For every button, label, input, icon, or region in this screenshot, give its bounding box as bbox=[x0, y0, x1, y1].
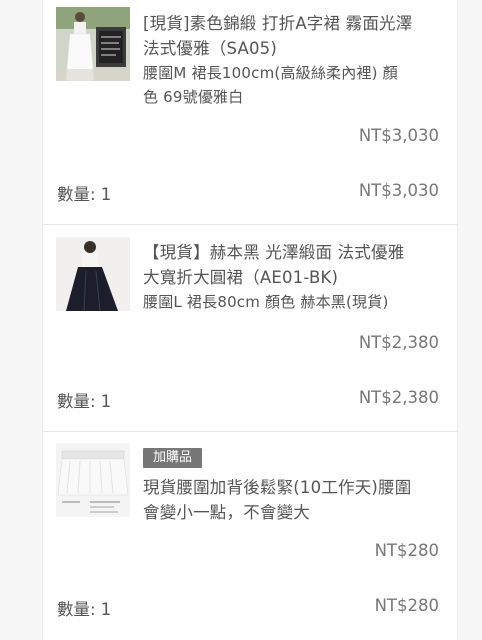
unit-price: NT$2,380 bbox=[358, 333, 439, 352]
cart-item: 【現貨】赫本黑 光澤緞面 法式優雅大寬折大圓裙（AE01-BK) 腰圍L 裙長8… bbox=[43, 224, 457, 432]
item-subtotal: NT$280 bbox=[374, 596, 439, 615]
item-subtotal: NT$2,380 bbox=[358, 388, 439, 407]
item-subtotal: NT$3,030 bbox=[358, 181, 439, 200]
quantity-label: 數量: 1 bbox=[57, 600, 112, 619]
white-skirt-photo bbox=[56, 7, 130, 81]
product-title-text[interactable]: 【現貨】赫本黑 光澤緞面 法式優雅大寬折大圓裙（AE01-BK) bbox=[143, 243, 404, 287]
product-title[interactable]: [現貨]素色錦緞 打折A字裙 霧面光澤 法式優雅（SA05) 腰圍M 裙長100… bbox=[143, 11, 413, 109]
cart-item: [現貨]素色錦緞 打折A字裙 霧面光澤 法式優雅（SA05) 腰圍M 裙長100… bbox=[43, 0, 457, 225]
black-skirt-photo bbox=[56, 237, 130, 311]
product-variant: 腰圍L 裙長80cm 顏色 赫本黑(現貨) bbox=[143, 293, 389, 311]
elastic-waist-photo bbox=[56, 443, 130, 517]
cart-item: 加購品 現貨腰圍加背後鬆緊(10工作天)腰圍會變小一點，不會變大 NT$280 … bbox=[43, 431, 457, 640]
product-variant: 腰圍M 裙長100cm(高級絲柔內裡) 顏色 69號優雅白 bbox=[143, 64, 398, 106]
quantity-label: 數量: 1 bbox=[57, 392, 112, 411]
unit-price: NT$280 bbox=[374, 541, 439, 560]
checkout-page: [現貨]素色錦緞 打折A字裙 霧面光澤 法式優雅（SA05) 腰圍M 裙長100… bbox=[0, 0, 482, 640]
product-thumbnail[interactable] bbox=[56, 7, 130, 81]
product-thumbnail[interactable] bbox=[56, 237, 130, 311]
cart-item-list: [現貨]素色錦緞 打折A字裙 霧面光澤 法式優雅（SA05) 腰圍M 裙長100… bbox=[42, 0, 458, 640]
product-title[interactable]: 現貨腰圍加背後鬆緊(10工作天)腰圍會變小一點，不會變大 bbox=[143, 475, 413, 525]
product-thumbnail[interactable] bbox=[56, 443, 130, 517]
add-on-badge: 加購品 bbox=[143, 448, 203, 468]
quantity-label: 數量: 1 bbox=[57, 185, 112, 204]
unit-price: NT$3,030 bbox=[358, 126, 439, 145]
product-title[interactable]: 【現貨】赫本黑 光澤緞面 法式優雅大寬折大圓裙（AE01-BK) 腰圍L 裙長8… bbox=[143, 240, 413, 314]
product-title-text[interactable]: [現貨]素色錦緞 打折A字裙 霧面光澤 法式優雅（SA05) bbox=[143, 14, 412, 58]
product-title-text[interactable]: 現貨腰圍加背後鬆緊(10工作天)腰圍會變小一點，不會變大 bbox=[143, 478, 411, 522]
